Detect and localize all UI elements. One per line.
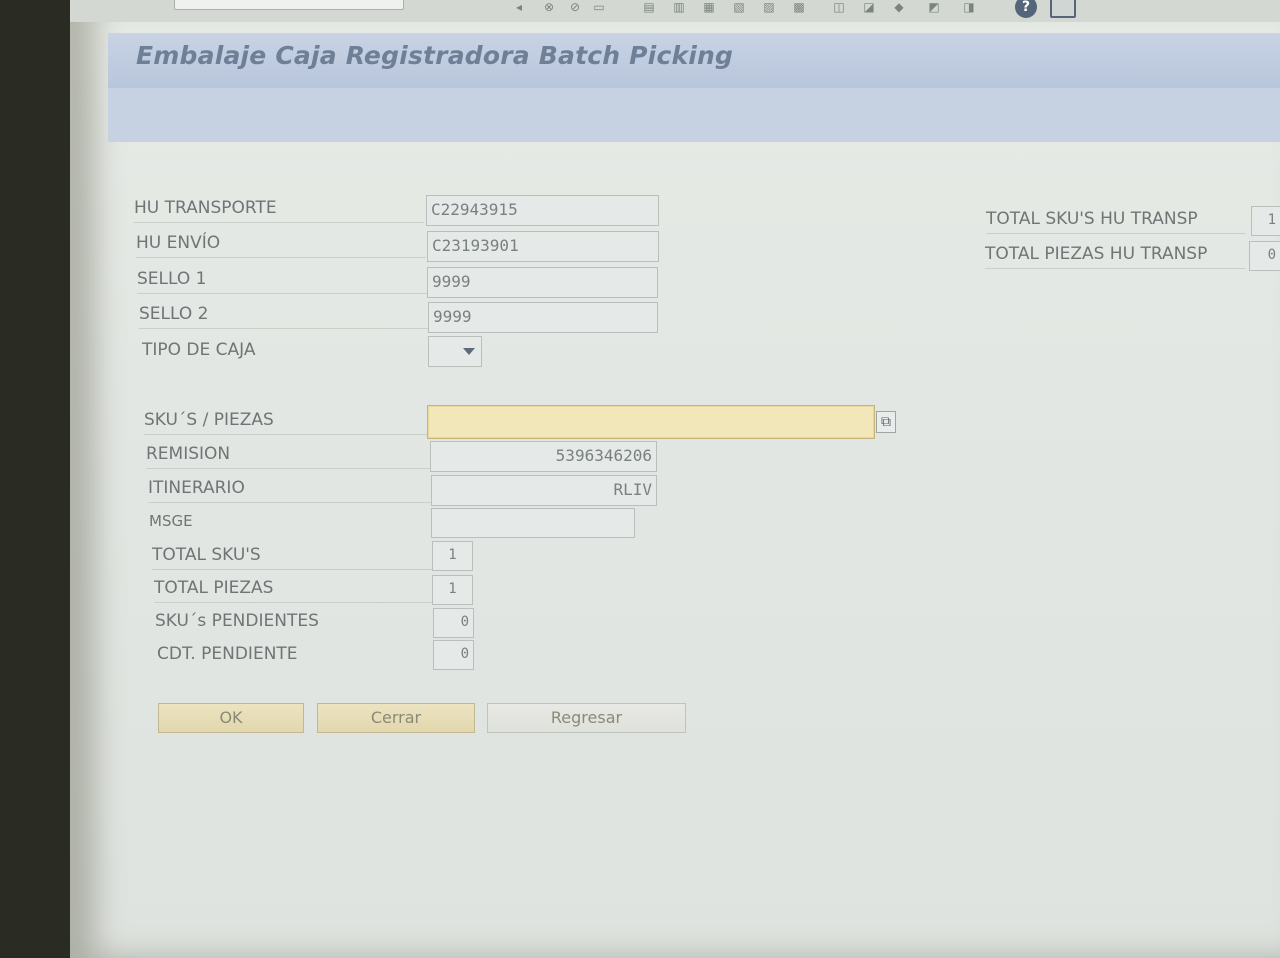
remision-label: REMISION bbox=[146, 442, 436, 469]
exit-icon[interactable]: ⊗ bbox=[540, 0, 558, 14]
sello2-field[interactable]: 9999 bbox=[428, 302, 658, 333]
total-piezas-hu-field: 0 bbox=[1249, 241, 1280, 271]
itinerario-field: RLIV bbox=[431, 475, 657, 506]
cdt-pendiente-field: 0 bbox=[433, 640, 474, 670]
back-icon[interactable]: ◂ bbox=[510, 0, 528, 14]
itinerario-label: ITINERARIO bbox=[148, 476, 438, 503]
ok-button[interactable]: OK bbox=[158, 703, 304, 733]
tipo-caja-dropdown[interactable] bbox=[428, 336, 482, 367]
last-page-icon[interactable]: ▩ bbox=[790, 0, 808, 14]
prev-page-icon[interactable]: ▧ bbox=[730, 0, 748, 14]
msge-label: MSGE bbox=[149, 512, 193, 530]
sap-screen: ◂ ⊗ ⊘ ▭ ▤ ▥ ▦ ▧ ▨ ▩ ◫ ◪ ◆ ◩ ◨ ? Embalaje… bbox=[70, 0, 1280, 958]
find-next-icon[interactable]: ▥ bbox=[670, 0, 688, 14]
remision-field: 5396346206 bbox=[430, 441, 657, 472]
find-icon[interactable]: ▤ bbox=[640, 0, 658, 14]
sello2-label: SELLO 2 bbox=[139, 302, 429, 329]
value-help-icon[interactable]: ⧉ bbox=[876, 411, 896, 433]
hu-transporte-label: HU TRANSPORTE bbox=[134, 196, 424, 223]
monitor-icon[interactable] bbox=[1050, 0, 1076, 18]
cdt-pendiente-label: CDT. PENDIENTE bbox=[157, 644, 298, 664]
next-page-icon[interactable]: ▨ bbox=[760, 0, 778, 14]
sello1-field[interactable]: 9999 bbox=[427, 267, 658, 298]
hu-envio-field[interactable]: C23193901 bbox=[427, 231, 659, 262]
skus-piezas-field[interactable] bbox=[427, 405, 875, 439]
total-piezas-hu-label: TOTAL PIEZAS HU TRANSP bbox=[985, 242, 1245, 269]
skus-pendientes-field: 0 bbox=[433, 608, 474, 638]
customize-icon[interactable]: ◨ bbox=[960, 0, 978, 14]
msge-field bbox=[431, 508, 635, 538]
sello1-label: SELLO 1 bbox=[137, 267, 427, 294]
cerrar-button[interactable]: Cerrar bbox=[317, 703, 475, 733]
total-skus-label: TOTAL SKU'S bbox=[152, 543, 432, 570]
application-toolbar-band bbox=[108, 88, 1280, 142]
chevron-down-icon[interactable] bbox=[463, 348, 475, 355]
tipo-caja-label: TIPO DE CAJA bbox=[142, 340, 256, 360]
title-bar: Embalaje Caja Registradora Batch Picking bbox=[108, 33, 1280, 88]
total-skus-field: 1 bbox=[432, 541, 473, 571]
hu-transporte-field[interactable]: C22943915 bbox=[426, 195, 659, 226]
help-icon[interactable]: ? bbox=[1015, 0, 1037, 18]
command-field[interactable] bbox=[174, 0, 404, 10]
layout-icon[interactable]: ◩ bbox=[925, 0, 943, 14]
print-icon[interactable]: ▭ bbox=[590, 0, 608, 14]
total-skus-hu-label: TOTAL SKU'S HU TRANSP bbox=[986, 207, 1246, 234]
total-piezas-field: 1 bbox=[432, 575, 473, 605]
hu-envio-label: HU ENVÍO bbox=[136, 231, 426, 258]
regresar-button[interactable]: Regresar bbox=[487, 703, 686, 733]
skus-piezas-label: SKU´S / PIEZAS bbox=[144, 408, 434, 435]
total-skus-hu-field: 1 bbox=[1251, 206, 1280, 236]
settings-icon[interactable]: ◆ bbox=[890, 0, 908, 14]
total-piezas-label: TOTAL PIEZAS bbox=[154, 576, 434, 603]
cancel-icon[interactable]: ⊘ bbox=[566, 0, 584, 14]
shortcut-icon[interactable]: ◪ bbox=[860, 0, 878, 14]
application-toolbar: ◂ ⊗ ⊘ ▭ ▤ ▥ ▦ ▧ ▨ ▩ ◫ ◪ ◆ ◩ ◨ ? bbox=[70, 0, 1280, 22]
page-title: Embalaje Caja Registradora Batch Picking bbox=[136, 41, 734, 70]
new-session-icon[interactable]: ◫ bbox=[830, 0, 848, 14]
skus-pendientes-label: SKU´s PENDIENTES bbox=[155, 611, 319, 631]
first-page-icon[interactable]: ▦ bbox=[700, 0, 718, 14]
